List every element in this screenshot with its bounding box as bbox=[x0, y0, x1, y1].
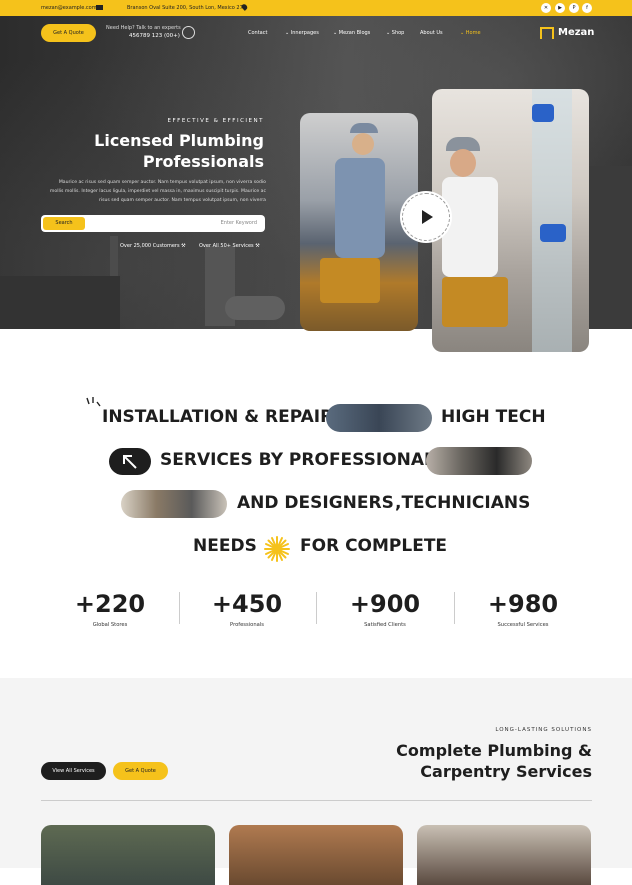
pinterest-icon[interactable]: P bbox=[569, 3, 579, 13]
section-divider bbox=[41, 800, 592, 801]
service-text-professional: SERVICES BY PROFESSIONAL bbox=[160, 450, 435, 470]
stat-value-services: +980 bbox=[487, 590, 559, 618]
sun-burst-icon bbox=[264, 536, 290, 562]
play-video-button[interactable] bbox=[400, 191, 452, 243]
search-bar: Search Enter Keyword bbox=[41, 215, 265, 232]
stat-divider bbox=[179, 592, 180, 624]
search-input[interactable]: Enter Keyword bbox=[221, 220, 257, 226]
hero-description: Maurice ac risus sed quam semper auctor.… bbox=[49, 180, 266, 203]
topbar-email[interactable]: mezan@example.com bbox=[41, 5, 97, 11]
stat-divider bbox=[454, 592, 455, 624]
service-text-hightech: HIGH TECH bbox=[441, 407, 546, 427]
nav-item-shop[interactable]: ⌄ Shop bbox=[386, 30, 404, 36]
service-card-1[interactable] bbox=[41, 825, 215, 885]
get-quote-button-secondary[interactable]: Get A Quote bbox=[113, 762, 168, 780]
stat-label-stores: Global Stores bbox=[92, 622, 128, 628]
service-text-technicians: ,TECHNICIANS bbox=[395, 493, 531, 513]
phone-number[interactable]: 456789 123 (00+) bbox=[129, 33, 180, 39]
facebook-icon[interactable]: f bbox=[582, 3, 592, 13]
logo[interactable]: Mezan bbox=[558, 27, 594, 38]
topbar-address: Branson Oval Suite 200, South Lon, Mexic… bbox=[127, 5, 246, 11]
service-text-designers: AND DESIGNERS bbox=[237, 493, 394, 513]
service-pill-image-1 bbox=[326, 404, 432, 432]
nav-item-about[interactable]: About Us bbox=[420, 30, 443, 36]
sparkle-lines-icon bbox=[86, 397, 101, 407]
stat-value-professionals: +450 bbox=[211, 590, 283, 618]
logo-icon bbox=[540, 27, 554, 39]
top-bar: mezan@example.com Branson Oval Suite 200… bbox=[0, 0, 632, 16]
nav-item-contact[interactable]: Contact bbox=[248, 30, 267, 36]
hero-title: Licensed Plumbing Professionals bbox=[94, 131, 264, 171]
nav-item-innerpages[interactable]: ⌄ Innerpages bbox=[285, 30, 319, 36]
nav-item-home[interactable]: ⌄ Home bbox=[460, 30, 481, 36]
plumber-photo-2 bbox=[432, 89, 589, 352]
service-text-needs: NEEDS bbox=[193, 536, 257, 556]
service-text-installation: INSTALLATION & REPAIR bbox=[102, 407, 334, 427]
arrow-up-left-icon bbox=[109, 448, 151, 475]
hero-eyebrow: EFFECTIVE & EFFICIENT bbox=[167, 118, 264, 124]
service-pill-image-3 bbox=[121, 490, 227, 518]
stat-label-professionals: Professionals bbox=[230, 622, 264, 628]
service-card-3[interactable] bbox=[417, 825, 591, 885]
service-card-2[interactable] bbox=[229, 825, 403, 885]
youtube-icon[interactable]: ▶ bbox=[555, 3, 565, 13]
services-count: Over All 50+ Services ⚒ bbox=[199, 243, 260, 249]
stat-label-clients: Satisfied Clients bbox=[364, 622, 406, 628]
mail-icon bbox=[96, 5, 103, 10]
main-header: Get A Quote Need Help? Talk to an expert… bbox=[0, 16, 632, 52]
get-quote-button[interactable]: Get A Quote bbox=[41, 24, 96, 42]
help-text: Need Help? Talk to an experts bbox=[106, 25, 181, 31]
section-eyebrow: LONG-LASTING SOLUTIONS bbox=[495, 727, 592, 733]
stat-label-services: Successful Services bbox=[497, 622, 549, 628]
phone-icon bbox=[182, 26, 195, 39]
service-text-complete: FOR COMPLETE bbox=[300, 536, 448, 556]
x-icon[interactable]: ✕ bbox=[541, 3, 551, 13]
play-icon bbox=[422, 210, 433, 224]
stat-divider bbox=[316, 592, 317, 624]
section-title: Complete Plumbing & Carpentry Services bbox=[396, 741, 592, 781]
nav-item-blogs[interactable]: ⌄ Mezan Blogs bbox=[333, 30, 370, 36]
customers-count: Over 25,000 Customers ⚒ bbox=[120, 243, 186, 249]
stat-value-stores: +220 bbox=[74, 590, 146, 618]
search-button[interactable]: Search bbox=[43, 217, 85, 230]
view-all-services-button[interactable]: View All Services bbox=[41, 762, 106, 780]
service-pill-image-2 bbox=[426, 447, 532, 475]
stat-value-clients: +900 bbox=[349, 590, 421, 618]
